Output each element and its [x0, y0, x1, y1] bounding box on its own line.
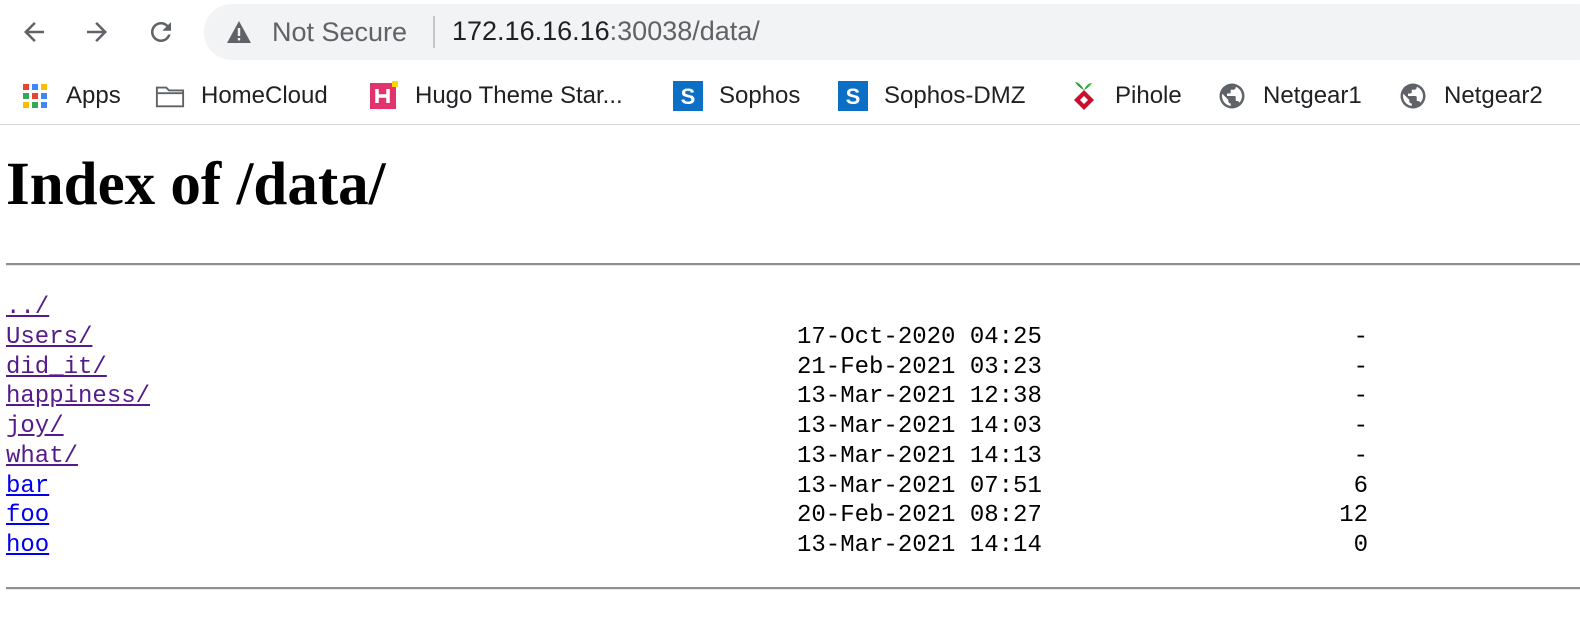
entry-size: 6: [1353, 472, 1368, 500]
bookmark-label: Sophos-DMZ: [884, 82, 1026, 109]
url-text[interactable]: 172.16.16.16:30038/data/: [452, 16, 760, 47]
bookmark-label: Netgear1: [1263, 82, 1362, 109]
entry-link[interactable]: foo: [6, 502, 49, 529]
parent-directory-link[interactable]: ../: [6, 294, 49, 321]
entry-size: -: [1353, 353, 1368, 381]
bookmark-sophos[interactable]: S Sophos: [673, 80, 800, 112]
hugo-icon: [369, 81, 399, 111]
entry-date: 13-Mar-2021 14:03: [797, 413, 1042, 440]
bookmark-label: Apps: [66, 82, 121, 109]
listing-row-parent: ../: [0, 294, 1580, 324]
bookmark-sophos-dmz[interactable]: S Sophos-DMZ: [838, 80, 1025, 112]
arrow-left-icon: [24, 22, 44, 42]
svg-text:S: S: [681, 84, 696, 109]
page-title: Index of /data/: [6, 151, 386, 218]
bookmark-label: HomeCloud: [201, 82, 328, 109]
reload-button[interactable]: [143, 14, 179, 50]
sophos-icon: S: [673, 81, 703, 111]
listing-row: happiness/ 13-Mar-2021 12:38 -: [0, 383, 1580, 413]
bookmark-label: Pihole: [1115, 82, 1182, 109]
bookmark-label: Sophos: [719, 82, 801, 109]
arrow-right-icon: [87, 22, 107, 42]
bookmark-netgear1[interactable]: Netgear1: [1217, 80, 1362, 112]
divider-top: [6, 263, 1580, 266]
listing-row: bar 13-Mar-2021 07:51 6: [0, 473, 1580, 503]
directory-listing: ../ Users/ 17-Oct-2020 04:25 - did_it/ 2…: [0, 294, 1580, 562]
entry-date: 13-Mar-2021 14:13: [797, 442, 1042, 470]
security-status-text[interactable]: Not Secure: [272, 17, 407, 48]
entry-date: 13-Mar-2021 12:38: [797, 383, 1042, 411]
entry-size: -: [1353, 323, 1368, 351]
bookmark-homecloud[interactable]: HomeCloud: [155, 80, 328, 112]
globe-icon: [1217, 81, 1247, 111]
address-separator: [433, 16, 435, 48]
listing-row: Users/ 17-Oct-2020 04:25 -: [0, 324, 1580, 354]
warning-icon[interactable]: [226, 20, 252, 49]
forward-button[interactable]: [79, 14, 115, 50]
entry-size: -: [1353, 413, 1368, 440]
bookmark-label: Netgear2: [1444, 82, 1543, 109]
address-bar[interactable]: Not Secure 172.16.16.16:30038/data/: [204, 4, 1580, 60]
url-path: :30038/data/: [609, 16, 760, 46]
entry-date: 20-Feb-2021 08:27: [797, 502, 1042, 530]
pihole-icon: [1069, 81, 1099, 111]
entry-link[interactable]: bar: [6, 473, 49, 500]
entry-date: 21-Feb-2021 03:23: [797, 353, 1042, 381]
bookmark-label: Hugo Theme Star...: [415, 82, 623, 109]
entry-date: 17-Oct-2020 04:25: [797, 323, 1042, 351]
bookmark-pihole[interactable]: Pihole: [1069, 80, 1182, 112]
listing-row: foo 20-Feb-2021 08:27 12: [0, 502, 1580, 532]
sophos-icon: S: [838, 81, 868, 111]
entry-link[interactable]: what/: [6, 443, 78, 470]
entry-date: 13-Mar-2021 07:51: [797, 472, 1042, 500]
entry-link[interactable]: did_it/: [6, 354, 107, 381]
listing-row: did_it/ 21-Feb-2021 03:23 -: [0, 354, 1580, 384]
bookmark-apps[interactable]: Apps: [20, 80, 121, 112]
listing-row: what/ 13-Mar-2021 14:13 -: [0, 443, 1580, 473]
reload-icon: [151, 22, 171, 42]
url-host: 172.16.16.16: [452, 16, 610, 46]
entry-link[interactable]: Users/: [6, 324, 92, 351]
apps-grid-icon: [20, 81, 50, 111]
divider-bottom: [6, 587, 1580, 590]
entry-link[interactable]: joy/: [6, 413, 64, 440]
entry-link[interactable]: hoo: [6, 532, 49, 559]
entry-size: 0: [1353, 532, 1368, 559]
listing-row: joy/ 13-Mar-2021 14:03 -: [0, 413, 1580, 443]
bookmark-netgear2[interactable]: Netgear2: [1398, 80, 1543, 112]
entry-size: 12: [1339, 502, 1368, 530]
bookmark-hugo-theme[interactable]: Hugo Theme Star...: [369, 80, 623, 112]
entry-size: -: [1353, 442, 1368, 470]
bookmarks-bar: Apps HomeCloud Hugo Theme Star... S Soph…: [0, 68, 1580, 125]
folder-icon: [155, 81, 185, 111]
browser-toolbar: Not Secure 172.16.16.16:30038/data/: [0, 0, 1580, 64]
listing-row: hoo 13-Mar-2021 14:14 0: [0, 532, 1580, 562]
entry-link[interactable]: happiness/: [6, 383, 150, 410]
globe-icon: [1398, 81, 1428, 111]
back-button[interactable]: [16, 14, 52, 50]
svg-text:S: S: [846, 84, 861, 109]
entry-date: 13-Mar-2021 14:14: [797, 532, 1042, 559]
entry-size: -: [1353, 383, 1368, 411]
